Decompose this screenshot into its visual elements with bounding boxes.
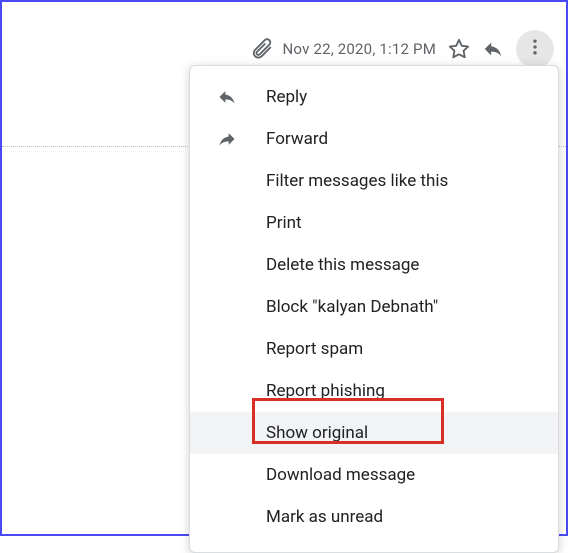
more-actions-menu: Reply Forward Filter messages like this … xyxy=(189,65,559,553)
menu-item-label: Report spam xyxy=(266,339,536,359)
menu-item-label: Download message xyxy=(266,465,536,485)
menu-item-block[interactable]: Block "kalyan Debnath" xyxy=(190,286,558,328)
menu-item-forward[interactable]: Forward xyxy=(190,118,558,160)
timestamp: Nov 22, 2020, 1:12 PM xyxy=(283,40,436,58)
menu-item-reply[interactable]: Reply xyxy=(190,76,558,118)
menu-item-show-original[interactable]: Show original xyxy=(190,412,558,454)
menu-item-report-phishing[interactable]: Report phishing xyxy=(190,370,558,412)
forward-icon xyxy=(216,129,238,149)
menu-item-label: Block "kalyan Debnath" xyxy=(266,297,536,317)
attachment-icon xyxy=(251,38,273,60)
menu-item-label: Show original xyxy=(266,423,536,443)
menu-item-print[interactable]: Print xyxy=(190,202,558,244)
menu-item-label: Mark as unread xyxy=(266,507,536,527)
menu-item-label: Reply xyxy=(266,87,536,107)
menu-item-report-spam[interactable]: Report spam xyxy=(190,328,558,370)
menu-item-download[interactable]: Download message xyxy=(190,454,558,496)
message-toolbar: Nov 22, 2020, 1:12 PM xyxy=(251,30,554,68)
more-actions-button[interactable] xyxy=(516,30,554,68)
menu-item-label: Forward xyxy=(266,129,536,149)
menu-item-mark-unread[interactable]: Mark as unread xyxy=(190,496,558,538)
reply-button[interactable] xyxy=(482,38,504,60)
menu-item-label: Print xyxy=(266,213,536,233)
menu-item-label: Report phishing xyxy=(266,381,536,401)
menu-item-delete[interactable]: Delete this message xyxy=(190,244,558,286)
menu-item-label: Delete this message xyxy=(266,255,536,275)
star-button[interactable] xyxy=(448,38,470,60)
more-vert-icon xyxy=(525,37,545,61)
menu-item-label: Filter messages like this xyxy=(266,171,536,191)
reply-icon xyxy=(216,87,238,107)
menu-item-filter[interactable]: Filter messages like this xyxy=(190,160,558,202)
